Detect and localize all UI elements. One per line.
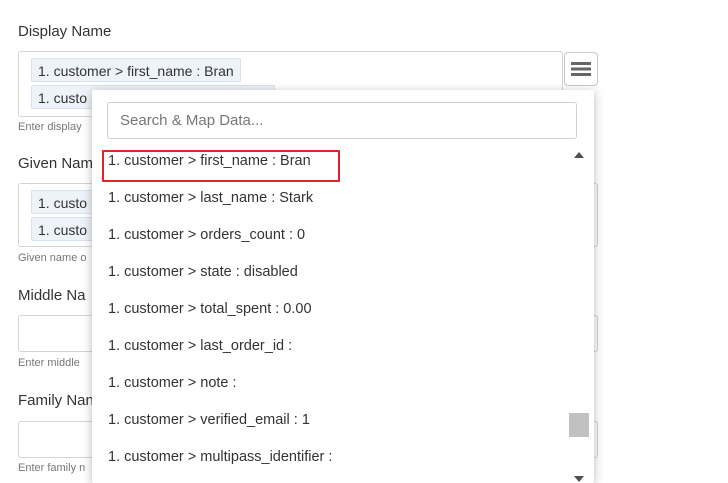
given-name-help: Given name o	[18, 252, 87, 264]
highlight-box	[102, 150, 340, 182]
option-state[interactable]: 1. customer > state : disabled	[108, 261, 298, 283]
display-name-chip-1[interactable]: 1. customer > first_name : Bran	[31, 58, 241, 82]
middle-name-help: Enter middle	[18, 357, 80, 369]
search-map-data-input[interactable]	[107, 102, 577, 139]
hamburger-menu-icon	[571, 62, 591, 76]
map-data-dropdown: 1. customer > first_name : Bran 1. custo…	[92, 90, 594, 483]
given-name-label: Given Nam	[18, 155, 94, 172]
display-name-help: Enter display	[18, 121, 82, 133]
option-note[interactable]: 1. customer > note :	[108, 372, 237, 394]
display-name-label: Display Name	[18, 23, 112, 40]
family-name-help: Enter family n	[18, 462, 86, 474]
option-last-order-id[interactable]: 1. customer > last_order_id :	[108, 335, 292, 357]
middle-name-label: Middle Na	[18, 287, 86, 304]
option-total-spent[interactable]: 1. customer > total_spent : 0.00	[108, 298, 312, 320]
display-name-map-button[interactable]	[564, 52, 598, 86]
option-last-name[interactable]: 1. customer > last_name : Stark	[108, 187, 313, 209]
option-verified-email[interactable]: 1. customer > verified_email : 1	[108, 409, 310, 431]
option-multipass-identifier[interactable]: 1. customer > multipass_identifier :	[108, 446, 332, 468]
scroll-down-arrow-icon[interactable]	[574, 476, 584, 482]
dropdown-scrollbar[interactable]	[568, 146, 590, 483]
scroll-up-arrow-icon[interactable]	[574, 152, 584, 158]
scrollbar-thumb[interactable]	[569, 413, 589, 437]
option-orders-count[interactable]: 1. customer > orders_count : 0	[108, 224, 305, 246]
family-name-label: Family Nan	[18, 392, 94, 409]
